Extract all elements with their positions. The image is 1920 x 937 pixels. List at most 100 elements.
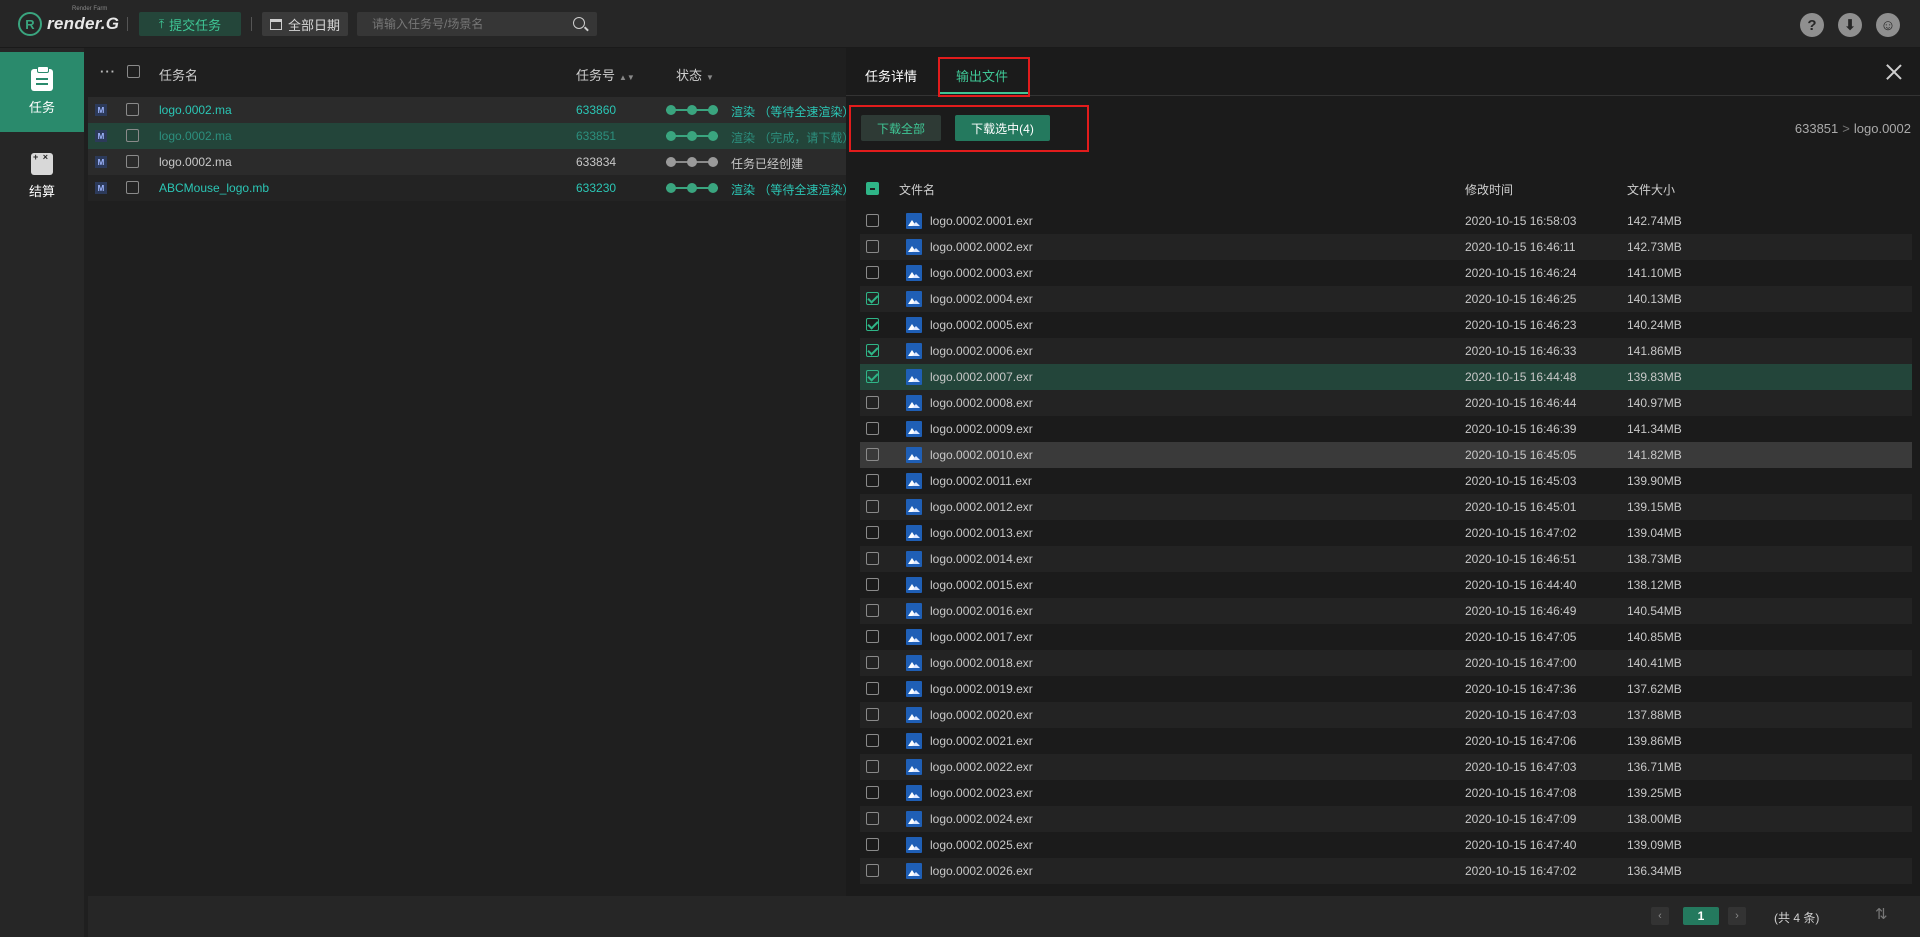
prev-page-button[interactable]: ‹: [1651, 907, 1669, 925]
file-row[interactable]: logo.0002.0003.exr 2020-10-15 16:46:24 141…: [860, 260, 1912, 286]
next-page-button[interactable]: ›: [1728, 907, 1746, 925]
task-checkbox[interactable]: [126, 103, 139, 116]
file-checkbox[interactable]: [866, 630, 879, 643]
file-checkbox[interactable]: [866, 708, 879, 721]
logo: R render.G Render Farm: [18, 6, 119, 38]
file-row[interactable]: logo.0002.0018.exr 2020-10-15 16:47:00 140…: [860, 650, 1912, 676]
select-all-files-checkbox[interactable]: [866, 182, 879, 195]
sort-icon: ▲▼: [619, 73, 635, 82]
file-checkbox[interactable]: [866, 552, 879, 565]
column-task-id[interactable]: 任务号 ▲▼: [576, 65, 635, 84]
select-all-tasks-checkbox[interactable]: [127, 65, 140, 78]
file-checkbox[interactable]: [866, 786, 879, 799]
file-row[interactable]: logo.0002.0010.exr 2020-10-15 16:45:05 141…: [860, 442, 1912, 468]
breadcrumb-task-id[interactable]: 633851: [1795, 121, 1838, 136]
help-icon[interactable]: ?: [1800, 13, 1824, 37]
file-checkbox[interactable]: [866, 760, 879, 773]
file-checkbox[interactable]: [866, 682, 879, 695]
nav-item-tasks[interactable]: 任务: [0, 52, 84, 132]
date-filter-button[interactable]: 全部日期: [262, 12, 348, 36]
task-name[interactable]: logo.0002.ma: [159, 155, 232, 169]
file-name: logo.0002.0004.exr: [930, 292, 1033, 306]
download-manager-icon[interactable]: ⬇: [1838, 13, 1862, 37]
file-row[interactable]: logo.0002.0002.exr 2020-10-15 16:46:11 142…: [860, 234, 1912, 260]
image-file-icon: [906, 369, 922, 385]
file-name: logo.0002.0022.exr: [930, 760, 1033, 774]
file-row[interactable]: logo.0002.0004.exr 2020-10-15 16:46:25 140…: [860, 286, 1912, 312]
image-file-icon: [906, 447, 922, 463]
download-selected-button[interactable]: 下载选中(4): [955, 115, 1050, 141]
file-checkbox[interactable]: [866, 578, 879, 591]
file-checkbox[interactable]: [866, 214, 879, 227]
file-checkbox[interactable]: [866, 526, 879, 539]
file-row[interactable]: logo.0002.0009.exr 2020-10-15 16:46:39 141…: [860, 416, 1912, 442]
task-checkbox[interactable]: [126, 181, 139, 194]
task-name[interactable]: ABCMouse_logo.mb: [159, 181, 269, 195]
file-row[interactable]: logo.0002.0025.exr 2020-10-15 16:47:40 139…: [860, 832, 1912, 858]
file-row[interactable]: logo.0002.0021.exr 2020-10-15 16:47:06 139…: [860, 728, 1912, 754]
page-number-current[interactable]: 1: [1683, 907, 1719, 925]
file-row[interactable]: logo.0002.0012.exr 2020-10-15 16:45:01 139…: [860, 494, 1912, 520]
file-row[interactable]: logo.0002.0016.exr 2020-10-15 16:46:49 140…: [860, 598, 1912, 624]
nav-item-billing[interactable]: 结算: [0, 136, 84, 216]
submit-task-button[interactable]: ⤒ 提交任务: [139, 12, 241, 36]
file-row[interactable]: logo.0002.0013.exr 2020-10-15 16:47:02 139…: [860, 520, 1912, 546]
task-checkbox[interactable]: [126, 155, 139, 168]
file-row[interactable]: logo.0002.0001.exr 2020-10-15 16:58:03 142…: [860, 208, 1912, 234]
file-checkbox[interactable]: [866, 500, 879, 513]
file-row[interactable]: logo.0002.0005.exr 2020-10-15 16:46:23 140…: [860, 312, 1912, 338]
file-row[interactable]: logo.0002.0020.exr 2020-10-15 16:47:03 137…: [860, 702, 1912, 728]
file-row[interactable]: logo.0002.0019.exr 2020-10-15 16:47:36 137…: [860, 676, 1912, 702]
file-row[interactable]: logo.0002.0007.exr 2020-10-15 16:44:48 139…: [860, 364, 1912, 390]
close-icon[interactable]: [1886, 64, 1902, 80]
file-checkbox[interactable]: [866, 370, 879, 383]
file-checkbox[interactable]: [866, 344, 879, 357]
file-modified-time: 2020-10-15 16:44:40: [1465, 578, 1577, 592]
file-modified-time: 2020-10-15 16:47:00: [1465, 656, 1577, 670]
file-checkbox[interactable]: [866, 318, 879, 331]
task-row[interactable]: M ABCMouse_logo.mb 633230 渲染 （等待全速渲染）: [88, 175, 848, 201]
image-file-icon: [906, 603, 922, 619]
column-settings-icon[interactable]: ···: [100, 64, 116, 79]
download-all-button[interactable]: 下载全部: [861, 115, 941, 141]
task-status: 渲染 （等待全速渲染）: [731, 183, 848, 197]
file-row[interactable]: logo.0002.0022.exr 2020-10-15 16:47:03 136…: [860, 754, 1912, 780]
file-checkbox[interactable]: [866, 734, 879, 747]
task-name[interactable]: logo.0002.ma: [159, 129, 232, 143]
sort-toggle-icon[interactable]: ⇅: [1875, 905, 1893, 925]
file-checkbox[interactable]: [866, 448, 879, 461]
file-checkbox[interactable]: [866, 474, 879, 487]
file-row[interactable]: logo.0002.0015.exr 2020-10-15 16:44:40 138…: [860, 572, 1912, 598]
file-row[interactable]: logo.0002.0008.exr 2020-10-15 16:46:44 140…: [860, 390, 1912, 416]
file-row[interactable]: logo.0002.0017.exr 2020-10-15 16:47:05 140…: [860, 624, 1912, 650]
file-row[interactable]: logo.0002.0006.exr 2020-10-15 16:46:33 141…: [860, 338, 1912, 364]
file-checkbox[interactable]: [866, 604, 879, 617]
file-modified-time: 2020-10-15 16:46:11: [1465, 240, 1576, 254]
upload-icon: ⤒: [158, 16, 165, 31]
task-row[interactable]: Mlogo.0002.ma 633834 任务已经创建: [88, 149, 848, 175]
file-row[interactable]: logo.0002.0024.exr 2020-10-15 16:47:09 138…: [860, 806, 1912, 832]
user-avatar-icon[interactable]: ☺: [1876, 13, 1900, 37]
file-checkbox[interactable]: [866, 422, 879, 435]
file-checkbox[interactable]: [866, 812, 879, 825]
task-name[interactable]: logo.0002.ma: [159, 103, 232, 117]
task-row[interactable]: Mlogo.0002.ma 633860 渲染 （等待全速渲染）: [88, 97, 848, 123]
file-row[interactable]: logo.0002.0026.exr 2020-10-15 16:47:02 136…: [860, 858, 1912, 884]
file-checkbox[interactable]: [866, 396, 879, 409]
search-input[interactable]: [357, 12, 567, 36]
task-checkbox[interactable]: [126, 129, 139, 142]
file-checkbox[interactable]: [866, 864, 879, 877]
file-checkbox[interactable]: [866, 266, 879, 279]
file-row[interactable]: logo.0002.0011.exr 2020-10-15 16:45:03 139…: [860, 468, 1912, 494]
file-size: 142.74MB: [1627, 214, 1682, 228]
file-checkbox[interactable]: [866, 656, 879, 669]
search-icon[interactable]: [573, 17, 585, 29]
file-row[interactable]: logo.0002.0023.exr 2020-10-15 16:47:08 139…: [860, 780, 1912, 806]
file-checkbox[interactable]: [866, 292, 879, 305]
tab-task-detail[interactable]: 任务详情: [865, 66, 917, 85]
file-checkbox[interactable]: [866, 240, 879, 253]
file-checkbox[interactable]: [866, 838, 879, 851]
file-row[interactable]: logo.0002.0014.exr 2020-10-15 16:46:51 138…: [860, 546, 1912, 572]
task-row[interactable]: Mlogo.0002.ma 633851 渲染 （完成，请下载）: [88, 123, 848, 149]
column-state[interactable]: 状态 ▼: [676, 65, 714, 84]
